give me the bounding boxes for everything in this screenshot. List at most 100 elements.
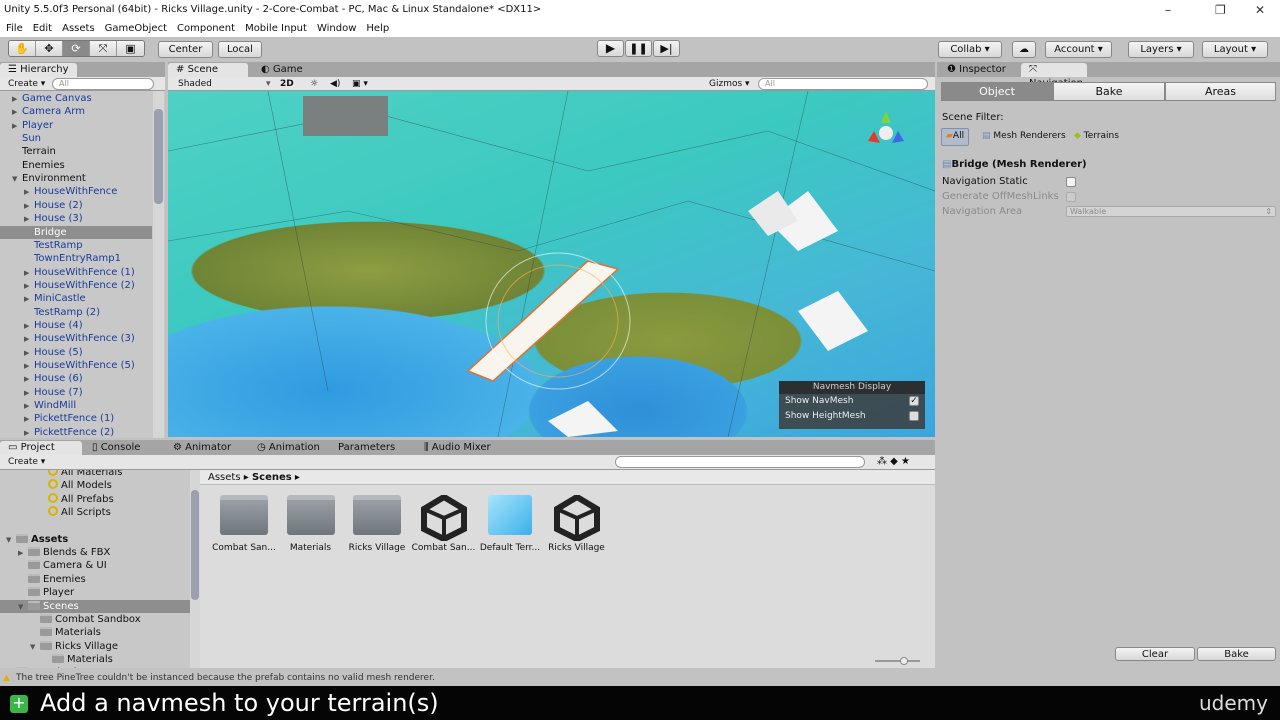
hierarchy-item[interactable]: ▶ Player <box>0 119 152 132</box>
foldout-arrow-icon[interactable]: ▶ <box>24 267 34 280</box>
foldout-arrow-icon[interactable]: ▼ <box>30 641 40 654</box>
menu-gameobject[interactable]: GameObject <box>105 20 167 37</box>
play-button[interactable]: ▶ <box>597 40 624 57</box>
project-tree-item[interactable]: ▶ Standard Assets <box>0 666 190 668</box>
project-tree-item[interactable]: All Prefabs <box>0 492 190 506</box>
hierarchy-item[interactable]: ▶ HouseWithFence (5) <box>0 359 152 372</box>
layout-dropdown[interactable]: Layout ▾ <box>1202 41 1268 58</box>
foldout-arrow-icon[interactable]: ▶ <box>24 280 34 293</box>
breadcrumb-assets[interactable]: Assets <box>208 472 241 483</box>
hierarchy-item[interactable]: Sun <box>0 132 152 145</box>
hierarchy-item[interactable]: ▶ WindMill <box>0 399 152 412</box>
menu-assets[interactable]: Assets <box>62 20 95 37</box>
hierarchy-item[interactable]: TestRamp (2) <box>0 306 152 319</box>
project-tree-item[interactable]: ▼ Scenes <box>0 599 190 614</box>
collab-button[interactable]: Collab ▾ <box>938 41 1002 58</box>
filter-terrains-button[interactable]: ◆ Terrains <box>1074 131 1119 141</box>
tab-hierarchy[interactable]: ☰ Hierarchy <box>0 63 77 77</box>
project-tree-item[interactable]: Materials <box>0 653 190 666</box>
rotate-tool-icon[interactable]: ⟳ <box>63 41 90 56</box>
asset-item[interactable]: Combat San... <box>211 495 277 553</box>
foldout-arrow-icon[interactable]: ▶ <box>24 213 34 226</box>
tab-audio-mixer[interactable]: ⫼ Audio Mixer <box>416 441 499 455</box>
scale-tool-icon[interactable]: ⤧ <box>90 41 117 56</box>
effects-toggle-icon[interactable]: ▣ ▾ <box>352 77 368 91</box>
project-tree-item[interactable]: Enemies <box>0 573 190 586</box>
navigation-static-checkbox[interactable] <box>1066 177 1076 187</box>
foldout-arrow-icon[interactable]: ▼ <box>18 601 28 614</box>
segment-areas[interactable]: Areas <box>1165 82 1276 101</box>
hierarchy-item[interactable]: Bridge <box>0 225 152 239</box>
tab-animation[interactable]: ◷ Animation <box>249 441 328 455</box>
close-button[interactable]: ✕ <box>1255 0 1265 20</box>
hierarchy-item[interactable]: ▶ HouseWithFence (2) <box>0 279 152 292</box>
foldout-arrow-icon[interactable]: ▶ <box>24 347 34 360</box>
generate-offmeshlinks-checkbox[interactable] <box>1066 192 1076 202</box>
tab-navigation[interactable]: ⤧ Navigation <box>1021 63 1087 89</box>
project-tree-item[interactable]: All Scripts <box>0 506 190 519</box>
foldout-arrow-icon[interactable]: ▶ <box>24 320 34 333</box>
show-heightmesh-row[interactable]: Show HeightMesh <box>779 409 925 424</box>
show-navmesh-checkbox[interactable]: ✓ <box>909 396 919 406</box>
hand-tool-icon[interactable]: ✋ <box>9 41 36 56</box>
foldout-arrow-icon[interactable]: ▶ <box>24 333 34 346</box>
hierarchy-item[interactable]: Enemies <box>0 159 152 172</box>
foldout-arrow-icon[interactable]: ▶ <box>12 106 22 119</box>
project-create-button[interactable]: Create ▾ <box>8 455 45 469</box>
foldout-arrow-icon[interactable]: ▶ <box>12 93 22 106</box>
cloud-button[interactable]: ☁ <box>1012 41 1036 58</box>
foldout-arrow-icon[interactable]: ▶ <box>24 293 34 306</box>
layers-dropdown[interactable]: Layers ▾ <box>1128 41 1194 58</box>
hierarchy-item[interactable]: ▶ House (6) <box>0 372 152 385</box>
project-search[interactable] <box>615 456 865 468</box>
2d-toggle[interactable]: 2D <box>280 77 294 91</box>
hierarchy-item[interactable]: ▶ House (5) <box>0 346 152 359</box>
pivot-local-button[interactable]: Local <box>218 41 262 58</box>
foldout-arrow-icon[interactable]: ▼ <box>12 173 22 186</box>
hierarchy-item[interactable]: ▼ Environment <box>0 172 152 185</box>
navigation-area-dropdown[interactable]: Walkable ⇕ <box>1066 206 1276 217</box>
filter-all-button[interactable]: ▰All <box>941 128 970 146</box>
bake-button[interactable]: Bake <box>1197 647 1276 661</box>
pause-button[interactable]: ❚❚ <box>625 40 652 57</box>
step-button[interactable]: ▶| <box>653 40 680 57</box>
hierarchy-item[interactable]: TownEntryRamp1 <box>0 252 152 265</box>
segment-bake[interactable]: Bake <box>1053 82 1165 101</box>
project-tree-item[interactable]: Materials <box>0 626 190 639</box>
filter-mesh-renderers-button[interactable]: ▤ Mesh Renderers <box>982 131 1066 141</box>
foldout-arrow-icon[interactable]: ▶ <box>24 186 34 199</box>
scene-search[interactable]: All <box>758 78 928 90</box>
foldout-arrow-icon[interactable]: ▶ <box>12 120 22 133</box>
tab-game[interactable]: ◐ Game <box>253 63 311 77</box>
clear-button[interactable]: Clear <box>1115 647 1195 661</box>
hierarchy-item[interactable]: ▶ PickettFence (1) <box>0 412 152 425</box>
menu-mobile-input[interactable]: Mobile Input <box>245 20 307 37</box>
menu-window[interactable]: Window <box>317 20 356 37</box>
foldout-arrow-icon[interactable]: ▶ <box>24 413 34 426</box>
hierarchy-item[interactable]: TestRamp <box>0 239 152 252</box>
tab-scene[interactable]: # Scene <box>168 63 248 77</box>
hierarchy-item[interactable]: ▶ PickettFence (2) <box>0 426 152 439</box>
project-tree-item[interactable]: All Models <box>0 479 190 492</box>
show-heightmesh-checkbox[interactable] <box>909 411 919 421</box>
foldout-arrow-icon[interactable]: ▶ <box>24 373 34 386</box>
project-tree-item[interactable]: Camera & UI <box>0 559 190 572</box>
breadcrumb-scenes[interactable]: Scenes <box>252 472 292 483</box>
asset-item[interactable]: Ricks Village <box>344 495 410 553</box>
filter-icons[interactable]: ⁂ ◆ ★ <box>877 455 910 469</box>
hierarchy-item[interactable]: Terrain <box>0 145 152 158</box>
tab-animator[interactable]: ⚙ Animator <box>165 441 239 455</box>
tab-console[interactable]: ▯ Console <box>84 441 148 455</box>
status-bar[interactable]: ▲ The tree PineTree couldn't be instance… <box>0 670 1280 686</box>
maximize-button[interactable]: ❐ <box>1215 0 1226 20</box>
icon-size-slider[interactable] <box>875 657 920 665</box>
hierarchy-item[interactable]: ▶ House (7) <box>0 386 152 399</box>
tab-inspector[interactable]: ❶ Inspector <box>939 63 1014 77</box>
foldout-arrow-icon[interactable]: ▶ <box>24 200 34 213</box>
hierarchy-item[interactable]: ▶ Camera Arm <box>0 105 152 118</box>
hierarchy-scrollbar[interactable] <box>153 91 164 438</box>
lighting-toggle-icon[interactable]: ☼ <box>310 77 318 91</box>
hierarchy-item[interactable]: ▶ House (3) <box>0 212 152 225</box>
asset-item[interactable]: Materials <box>278 495 344 553</box>
segment-object[interactable]: Object <box>941 82 1053 101</box>
